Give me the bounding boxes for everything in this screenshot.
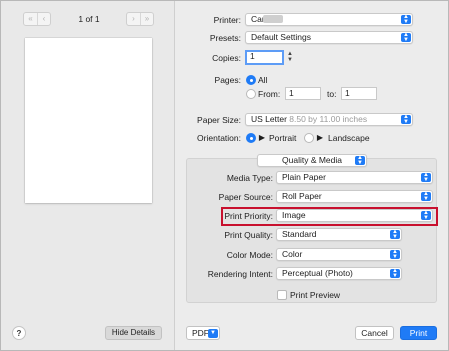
print-priority-popup[interactable]: Image ▲ ▼ — [276, 209, 433, 222]
page-forward-nav: › » — [126, 12, 154, 26]
copies-field[interactable]: 1 — [245, 50, 284, 65]
orientation-label: Orientation: — [197, 133, 241, 143]
popup-arrows-icon: ▲ ▼ — [390, 268, 400, 278]
previous-page-icon[interactable]: ‹ — [37, 13, 50, 25]
paper-size-detail: 8.50 by 11.00 inches — [289, 114, 368, 124]
pages-label: Pages: — [214, 75, 241, 85]
paper-source-popup[interactable]: Roll Paper ▲ ▼ — [276, 190, 433, 203]
next-page-icon[interactable]: › — [127, 13, 140, 25]
pages-range-radio[interactable] — [246, 89, 256, 99]
print-priority-label: Print Priority: — [224, 211, 273, 221]
color-mode-label: Color Mode: — [226, 250, 273, 260]
chevron-down-icon: ▼ — [208, 328, 218, 338]
presets-label: Presets: — [209, 33, 241, 43]
paper-source-value: Roll Paper — [282, 191, 322, 201]
media-type-value: Plain Paper — [282, 172, 326, 182]
print-quality-value: Standard — [282, 229, 317, 239]
popup-arrows-icon: ▲ ▼ — [355, 155, 365, 165]
last-page-icon[interactable]: » — [140, 13, 153, 25]
color-mode-popup[interactable]: Color ▲ ▼ — [276, 248, 402, 261]
paper-size-value: US Letter — [251, 114, 287, 124]
print-button[interactable]: Print — [400, 326, 437, 340]
popup-arrows-icon: ▲ ▼ — [421, 172, 431, 182]
printer-label: Printer: — [213, 15, 241, 25]
section-popup[interactable]: Quality & Media ▲ ▼ — [257, 154, 367, 167]
pages-from-field[interactable]: 1 — [285, 87, 321, 100]
section-popup-value: Quality & Media — [282, 155, 342, 165]
paper-size-popup[interactable]: US Letter 8.50 by 11.00 inches ▲ ▼ — [245, 113, 413, 126]
popup-arrows-icon: ▲ ▼ — [401, 114, 411, 124]
portrait-label: Portrait — [269, 133, 297, 143]
help-button[interactable]: ? — [12, 326, 26, 340]
print-priority-value: Image — [282, 210, 306, 220]
first-page-icon[interactable]: « — [24, 13, 37, 25]
page-indicator: 1 of 1 — [78, 14, 100, 24]
rendering-intent-popup[interactable]: Perceptual (Photo) ▲ ▼ — [276, 267, 402, 280]
rendering-intent-value: Perceptual (Photo) — [282, 268, 353, 278]
page-preview — [25, 38, 152, 203]
pages-all-label: All — [258, 75, 268, 85]
print-quality-popup[interactable]: Standard ▲ ▼ — [276, 228, 402, 241]
pages-from-label: From: — [258, 89, 281, 99]
color-mode-value: Color — [282, 249, 303, 259]
portrait-icon: ▶ — [258, 133, 266, 142]
print-preview-checkbox[interactable] — [277, 290, 287, 300]
printer-name-redaction — [263, 15, 283, 23]
copies-stepper-icon[interactable]: ▲ ▼ — [286, 51, 294, 64]
popup-arrows-icon: ▲ ▼ — [421, 191, 431, 201]
popup-arrows-icon: ▲ ▼ — [390, 229, 400, 239]
popup-arrows-icon: ▲ ▼ — [390, 249, 400, 259]
pages-all-radio[interactable] — [246, 75, 256, 85]
pages-to-label: to: — [327, 89, 337, 99]
copies-label: Copies: — [212, 53, 241, 63]
print-dialog: « ‹ 1 of 1 › » ? Hide Details Printer: C… — [0, 0, 449, 351]
pdf-label: PDF — [192, 328, 209, 338]
paper-source-label: Paper Source: — [218, 192, 273, 202]
popup-arrows-icon: ▲ ▼ — [401, 32, 411, 42]
landscape-label: Landscape — [328, 133, 370, 143]
presets-value: Default Settings — [251, 32, 312, 42]
pdf-menu-button[interactable]: PDF ▼ — [186, 326, 220, 340]
popup-arrows-icon: ▲ ▼ — [421, 210, 431, 220]
rendering-intent-label: Rendering Intent: — [207, 269, 273, 279]
portrait-radio[interactable] — [246, 133, 256, 143]
landscape-radio[interactable] — [304, 133, 314, 143]
page-back-nav: « ‹ — [23, 12, 51, 26]
print-preview-label: Print Preview — [290, 290, 341, 300]
preview-pane: « ‹ 1 of 1 › » ? Hide Details — [1, 1, 175, 350]
presets-popup[interactable]: Default Settings ▲ ▼ — [245, 31, 413, 44]
pages-to-field[interactable]: 1 — [341, 87, 377, 100]
paper-size-label: Paper Size: — [197, 115, 241, 125]
media-type-label: Media Type: — [226, 173, 273, 183]
print-quality-label: Print Quality: — [224, 230, 273, 240]
landscape-icon: ▶ — [316, 133, 324, 142]
hide-details-button[interactable]: Hide Details — [105, 326, 162, 340]
cancel-button[interactable]: Cancel — [355, 326, 394, 340]
popup-arrows-icon: ▲ ▼ — [401, 14, 411, 24]
media-type-popup[interactable]: Plain Paper ▲ ▼ — [276, 171, 433, 184]
